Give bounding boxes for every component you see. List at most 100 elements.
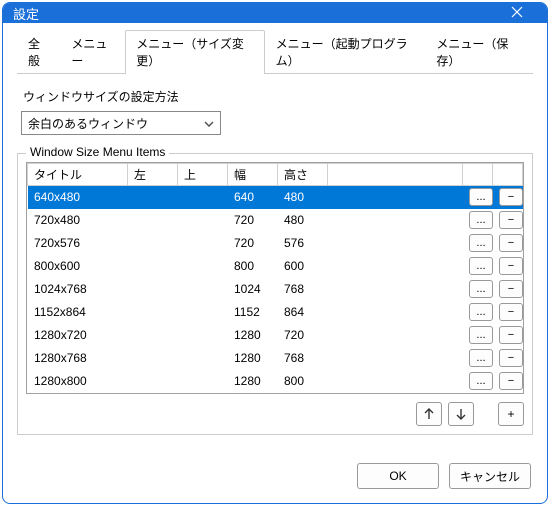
cell-spacer bbox=[328, 301, 463, 324]
row-remove-button[interactable]: − bbox=[499, 326, 523, 344]
move-down-button[interactable] bbox=[448, 402, 474, 426]
cell-title: 800x600 bbox=[28, 255, 128, 278]
cell-width: 1280 bbox=[228, 393, 278, 395]
cell-remove: − bbox=[493, 370, 523, 393]
cell-left bbox=[128, 347, 178, 370]
cell-edit: ... bbox=[463, 301, 493, 324]
cell-title: 1280x800 bbox=[28, 370, 128, 393]
table-row[interactable]: 1280x9601280960...− bbox=[28, 393, 523, 395]
row-edit-button[interactable]: ... bbox=[469, 211, 493, 229]
col-left[interactable]: 左 bbox=[128, 164, 178, 186]
cell-edit: ... bbox=[463, 209, 493, 232]
cell-title: 1280x768 bbox=[28, 347, 128, 370]
cell-spacer bbox=[328, 209, 463, 232]
cancel-button[interactable]: キャンセル bbox=[449, 463, 531, 489]
row-remove-button[interactable]: − bbox=[499, 188, 523, 206]
col-title[interactable]: タイトル bbox=[28, 164, 128, 186]
cell-spacer bbox=[328, 278, 463, 301]
cell-remove: − bbox=[493, 232, 523, 255]
tab-2[interactable]: メニュー（サイズ変更） bbox=[125, 30, 264, 74]
cell-edit: ... bbox=[463, 232, 493, 255]
row-edit-button[interactable]: ... bbox=[469, 326, 493, 344]
cell-left bbox=[128, 301, 178, 324]
row-edit-button[interactable]: ... bbox=[469, 234, 493, 252]
col-remove bbox=[493, 164, 523, 186]
tab-strip: 全般メニューメニュー（サイズ変更）メニュー（起動プログラム）メニュー（保存） bbox=[17, 29, 533, 74]
cell-remove: − bbox=[493, 255, 523, 278]
row-edit-button[interactable]: ... bbox=[469, 188, 493, 206]
tab-1[interactable]: メニュー bbox=[60, 30, 125, 74]
col-width[interactable]: 幅 bbox=[228, 164, 278, 186]
cell-edit: ... bbox=[463, 370, 493, 393]
size-method-select[interactable]: 余白のあるウィンドウ bbox=[21, 111, 221, 135]
cell-height: 480 bbox=[278, 186, 328, 209]
table-row[interactable]: 720x576720576...− bbox=[28, 232, 523, 255]
cell-title: 1280x960 bbox=[28, 393, 128, 395]
table-row[interactable]: 1280x7201280720...− bbox=[28, 324, 523, 347]
row-edit-button[interactable]: ... bbox=[469, 257, 493, 275]
row-edit-button[interactable]: ... bbox=[469, 280, 493, 298]
cell-remove: − bbox=[493, 393, 523, 395]
cell-left bbox=[128, 370, 178, 393]
cell-spacer bbox=[328, 347, 463, 370]
cell-height: 800 bbox=[278, 370, 328, 393]
row-edit-button[interactable]: ... bbox=[469, 372, 493, 390]
size-method-value: 余白のあるウィンドウ bbox=[28, 115, 148, 132]
cell-left bbox=[128, 278, 178, 301]
cell-title: 720x480 bbox=[28, 209, 128, 232]
cell-edit: ... bbox=[463, 347, 493, 370]
row-remove-button[interactable]: − bbox=[499, 280, 523, 298]
table-row[interactable]: 800x600800600...− bbox=[28, 255, 523, 278]
row-remove-button[interactable]: − bbox=[499, 303, 523, 321]
tab-3[interactable]: メニュー（起動プログラム） bbox=[265, 30, 426, 74]
row-remove-button[interactable]: − bbox=[499, 257, 523, 275]
chevron-down-icon bbox=[204, 116, 214, 130]
table-row[interactable]: 1280x8001280800...− bbox=[28, 370, 523, 393]
cell-top bbox=[178, 347, 228, 370]
close-button[interactable] bbox=[497, 5, 537, 21]
cell-height: 576 bbox=[278, 232, 328, 255]
cell-spacer bbox=[328, 255, 463, 278]
cell-top bbox=[178, 232, 228, 255]
col-top[interactable]: 上 bbox=[178, 164, 228, 186]
cell-height: 864 bbox=[278, 301, 328, 324]
row-remove-button[interactable]: − bbox=[499, 234, 523, 252]
move-up-button[interactable] bbox=[416, 402, 442, 426]
grid-header-row: タイトル 左 上 幅 高さ bbox=[28, 164, 523, 186]
row-edit-button[interactable]: ... bbox=[469, 349, 493, 367]
table-row[interactable]: 1024x7681024768...− bbox=[28, 278, 523, 301]
cell-title: 1024x768 bbox=[28, 278, 128, 301]
col-spacer bbox=[328, 164, 463, 186]
cell-width: 640 bbox=[228, 186, 278, 209]
cell-remove: − bbox=[493, 278, 523, 301]
tab-4[interactable]: メニュー（保存） bbox=[425, 30, 533, 74]
col-height[interactable]: 高さ bbox=[278, 164, 328, 186]
cell-width: 1024 bbox=[228, 278, 278, 301]
cell-edit: ... bbox=[463, 324, 493, 347]
row-remove-button[interactable]: − bbox=[499, 211, 523, 229]
ok-button[interactable]: OK bbox=[357, 463, 439, 489]
cell-edit: ... bbox=[463, 186, 493, 209]
cell-width: 720 bbox=[228, 209, 278, 232]
table-row[interactable]: 720x480720480...− bbox=[28, 209, 523, 232]
row-remove-button[interactable]: − bbox=[499, 372, 523, 390]
row-edit-button[interactable]: ... bbox=[469, 303, 493, 321]
row-remove-button[interactable]: − bbox=[499, 349, 523, 367]
table-row[interactable]: 1280x7681280768...− bbox=[28, 347, 523, 370]
cell-top bbox=[178, 301, 228, 324]
size-grid[interactable]: タイトル 左 上 幅 高さ 640x480640480...−720x48072… bbox=[26, 162, 524, 394]
window-title: 設定 bbox=[13, 4, 497, 23]
cell-top bbox=[178, 255, 228, 278]
cell-remove: − bbox=[493, 301, 523, 324]
table-row[interactable]: 1152x8641152864...− bbox=[28, 301, 523, 324]
table-row[interactable]: 640x480640480...− bbox=[28, 186, 523, 209]
cell-remove: − bbox=[493, 324, 523, 347]
cell-remove: − bbox=[493, 347, 523, 370]
cell-left bbox=[128, 393, 178, 395]
cell-width: 800 bbox=[228, 255, 278, 278]
tab-0[interactable]: 全般 bbox=[17, 30, 60, 74]
cell-remove: − bbox=[493, 186, 523, 209]
add-button[interactable]: + bbox=[498, 402, 524, 426]
settings-dialog: 設定 全般メニューメニュー（サイズ変更）メニュー（起動プログラム）メニュー（保存… bbox=[2, 2, 548, 504]
plus-icon: + bbox=[507, 407, 514, 421]
